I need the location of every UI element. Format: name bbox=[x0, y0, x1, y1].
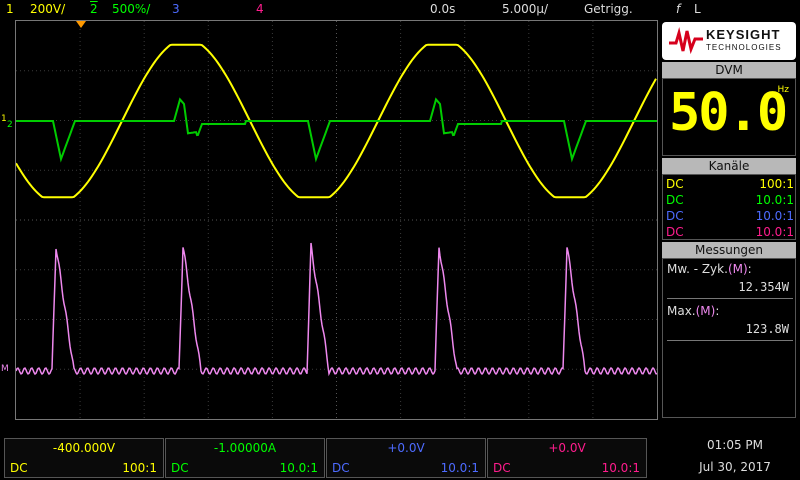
top-status-bar: 1 200V/ 2 500%/ 3 4 0.0s 5.000µ/ Getrigg… bbox=[0, 0, 800, 20]
divider bbox=[667, 340, 793, 341]
clock-date: Jul 30, 2017 bbox=[699, 460, 771, 474]
ch1-marker-label: 1 bbox=[1, 114, 7, 124]
ch1-scale[interactable]: 200V/ bbox=[30, 2, 65, 16]
measurements-header[interactable]: Messungen bbox=[662, 242, 796, 258]
ch2-ground-marker[interactable]: 2 bbox=[7, 120, 13, 130]
measurement-label: Mw. - Zyk.(M): bbox=[667, 262, 752, 276]
channel-3-box[interactable]: +0.0V DC 10.0:1 bbox=[326, 438, 486, 478]
time-scale[interactable]: 5.000µ/ bbox=[502, 2, 548, 16]
bottom-channel-bar: -400.000V DC 100:1 -1.00000A DC 10.0:1 +… bbox=[0, 430, 800, 480]
channels-header[interactable]: Kanäle bbox=[662, 158, 796, 174]
channel-row-4[interactable]: DC 10.0:1 bbox=[666, 225, 794, 241]
channel-probe: 10.0:1 bbox=[279, 461, 318, 475]
channel-1-box[interactable]: -400.000V DC 100:1 bbox=[4, 438, 164, 478]
channels-panel: DC 100:1 DC 10.0:1 DC 10.0:1 DC 10.0:1 bbox=[662, 174, 796, 240]
math-marker-label: M bbox=[1, 364, 9, 374]
channel-offset: -1.00000A bbox=[213, 441, 277, 455]
channel-probe: 10.0:1 bbox=[601, 461, 640, 475]
channel-row-3[interactable]: DC 10.0:1 bbox=[666, 209, 794, 225]
measurement-value: 123.8W bbox=[745, 322, 789, 336]
channel-coupling: DC bbox=[493, 461, 511, 475]
channel-4-box[interactable]: +0.0V DC 10.0:1 bbox=[487, 438, 647, 478]
trigger-edge-icon[interactable]: f bbox=[676, 2, 680, 16]
measurement-label: Max.(M): bbox=[667, 304, 719, 318]
measurement-avg-cycle[interactable]: Mw. - Zyk.(M): 12.354W bbox=[663, 259, 795, 303]
ch4-number[interactable]: 4 bbox=[256, 2, 264, 16]
dvm-header[interactable]: DVM bbox=[662, 62, 796, 78]
channel-row-1[interactable]: DC 100:1 bbox=[666, 177, 794, 193]
ch2-number[interactable]: 2 bbox=[90, 2, 98, 16]
graticule bbox=[16, 21, 657, 419]
measurement-colon: : bbox=[747, 262, 752, 276]
measurement-colon: : bbox=[715, 304, 720, 318]
waveform-svg bbox=[16, 21, 657, 419]
dvm-unit: Hz bbox=[777, 85, 790, 95]
channel-coupling: DC bbox=[666, 193, 684, 207]
dvm-value: 50.0 bbox=[669, 83, 788, 143]
measurement-max[interactable]: Max.(M): 123.8W bbox=[663, 301, 795, 345]
measurement-value: 12.354W bbox=[738, 280, 789, 294]
waveform-display[interactable] bbox=[15, 20, 658, 420]
trigger-position-marker bbox=[76, 21, 86, 28]
ch1-number[interactable]: 1 bbox=[6, 2, 14, 16]
ch1-ground-marker[interactable]: 1 bbox=[1, 114, 7, 124]
channel-coupling: DC bbox=[171, 461, 189, 475]
measurement-label-text: Max. bbox=[667, 304, 696, 318]
clock: 01:05 PM Jul 30, 2017 bbox=[670, 438, 800, 474]
divider bbox=[667, 298, 793, 299]
channel-probe: 10.0:1 bbox=[755, 225, 794, 239]
ch2-marker-label: 2 bbox=[7, 120, 13, 130]
side-panel: KEYSIGHT TECHNOLOGIES DVM 50.0 Hz Kanäle… bbox=[660, 20, 800, 420]
math-ground-marker[interactable]: M bbox=[1, 364, 9, 374]
keysight-logo: KEYSIGHT TECHNOLOGIES bbox=[662, 22, 796, 60]
brand-sub: TECHNOLOGIES bbox=[706, 43, 782, 52]
channel-probe: 100:1 bbox=[122, 461, 157, 475]
dvm-panel: 50.0 Hz bbox=[662, 78, 796, 156]
channel-coupling: DC bbox=[332, 461, 350, 475]
measurements-panel: Mw. - Zyk.(M): 12.354W Max.(M): 123.8W bbox=[662, 258, 796, 418]
brand-name: KEYSIGHT bbox=[706, 27, 781, 42]
channel-offset: -400.000V bbox=[52, 441, 116, 455]
measurement-label-text: Mw. - Zyk. bbox=[667, 262, 728, 276]
math-trace bbox=[16, 242, 657, 377]
channel-probe: 100:1 bbox=[759, 177, 794, 191]
measurement-source: (M) bbox=[727, 262, 748, 276]
ch2-scale[interactable]: 500%/ bbox=[112, 2, 150, 16]
channel-coupling: DC bbox=[666, 177, 684, 191]
channel-coupling: DC bbox=[666, 225, 684, 239]
channel-probe: 10.0:1 bbox=[440, 461, 479, 475]
channel-row-2[interactable]: DC 10.0:1 bbox=[666, 193, 794, 209]
channel-probe: 10.0:1 bbox=[755, 209, 794, 223]
channel-offset: +0.0V bbox=[548, 441, 586, 455]
time-offset[interactable]: 0.0s bbox=[430, 2, 455, 16]
channel-coupling: DC bbox=[10, 461, 28, 475]
clock-time: 01:05 PM bbox=[707, 438, 763, 452]
ch3-number[interactable]: 3 bbox=[172, 2, 180, 16]
channel-coupling: DC bbox=[666, 209, 684, 223]
measurement-source: (M) bbox=[695, 304, 716, 318]
keysight-wave-icon bbox=[669, 27, 703, 55]
channel-offset: +0.0V bbox=[387, 441, 425, 455]
trigger-level[interactable]: L bbox=[694, 2, 701, 16]
trigger-status: Getrigg. bbox=[584, 2, 633, 16]
channel-2-box[interactable]: -1.00000A DC 10.0:1 bbox=[165, 438, 325, 478]
channel-probe: 10.0:1 bbox=[755, 193, 794, 207]
